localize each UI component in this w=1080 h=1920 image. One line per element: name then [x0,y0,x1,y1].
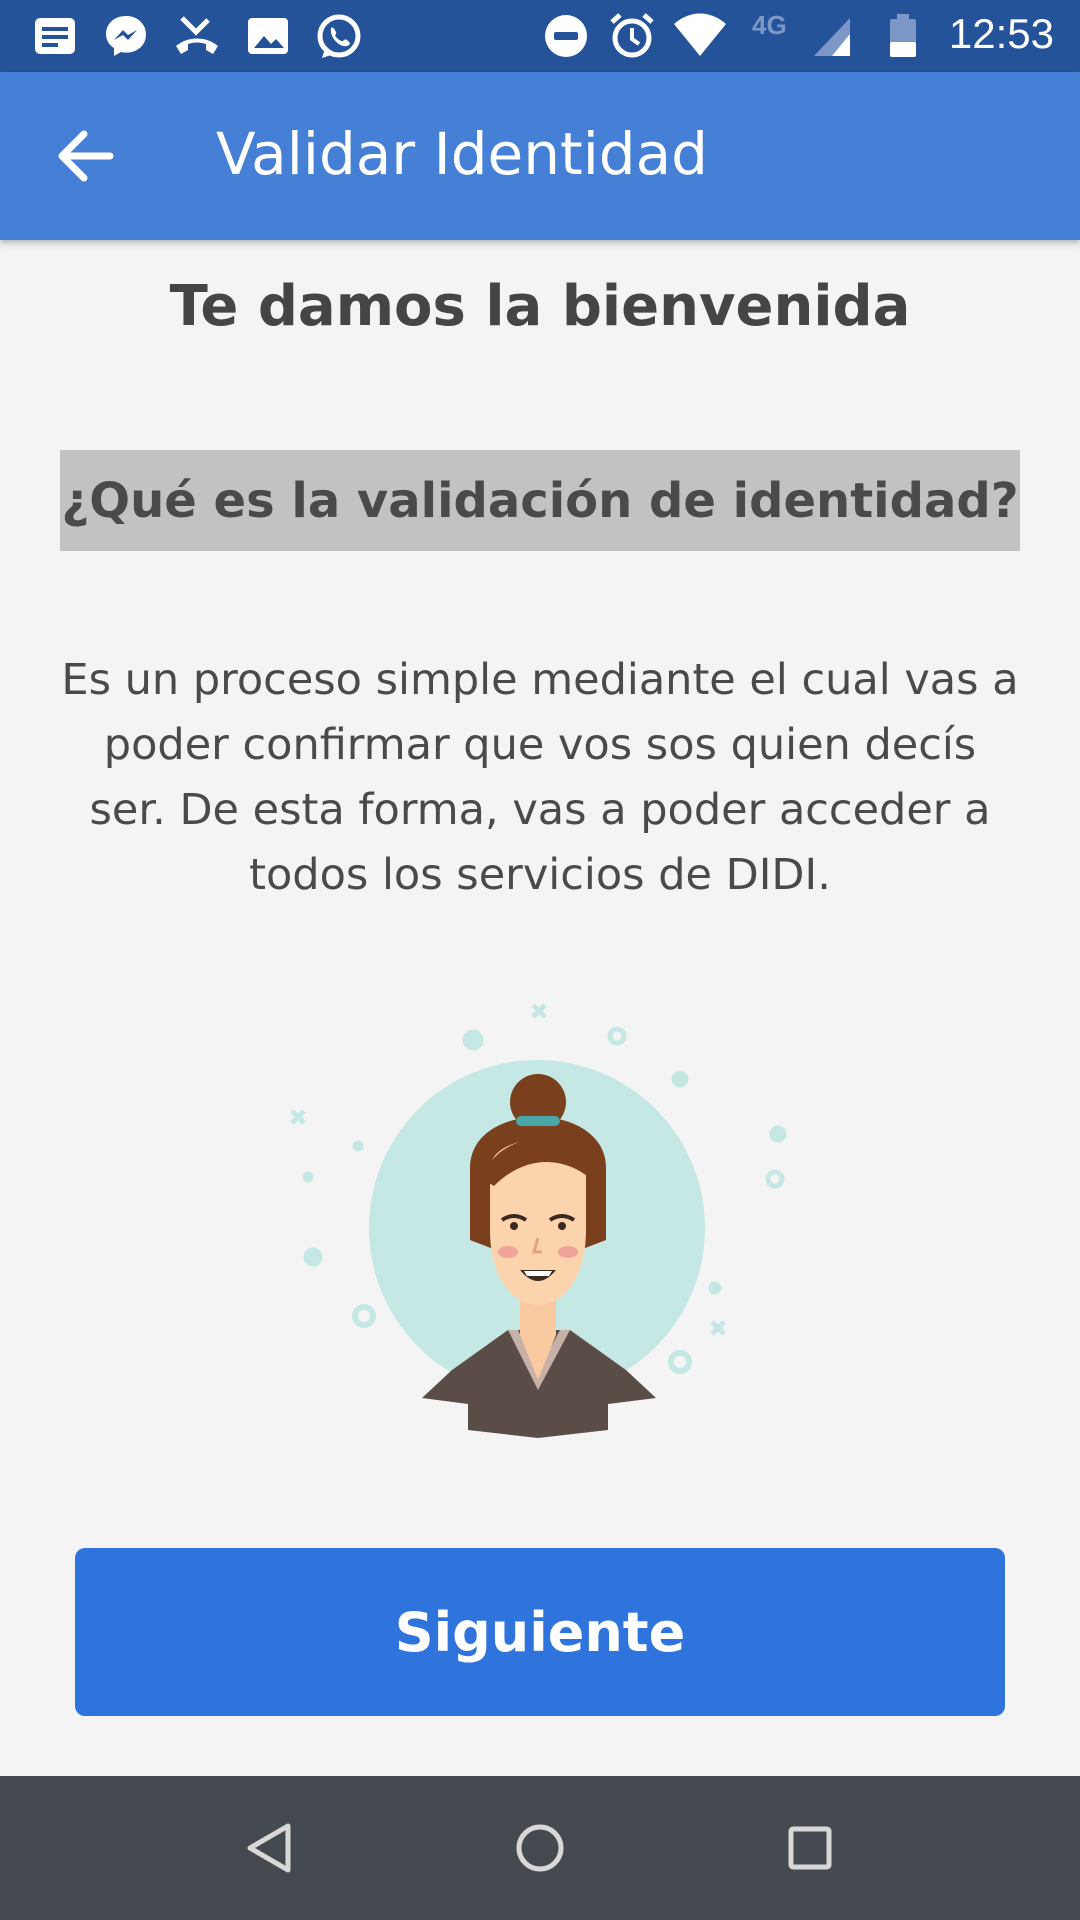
nav-home-button[interactable] [504,1812,576,1884]
signal-icon [812,12,852,60]
question-banner: ¿Qué es la validación de identidad? [60,450,1020,551]
description-text: Es un proceso simple mediante el cual va… [61,655,1019,900]
page-title: Validar Identidad [216,120,708,188]
recents-square-icon [774,1826,846,1888]
whatsapp-icon [314,12,364,60]
next-button[interactable]: Siguiente [75,1548,1005,1716]
welcome-heading: Te damos la bienvenida [169,274,911,339]
question-text: ¿Qué es la validación de identidad? [61,472,1019,529]
avatar-illustration [280,990,800,1450]
network-type-label: 4G [752,10,787,40]
clock: 12:53 [948,10,1054,57]
back-button[interactable] [50,122,118,190]
nav-recents-button[interactable] [774,1812,846,1884]
notes-icon [32,12,78,60]
image-icon [246,12,290,60]
status-bar: 4G 12:53 [0,0,1080,72]
navigation-bar [0,1776,1080,1920]
messenger-icon [102,12,150,60]
battery-icon [888,12,918,60]
arrow-left-icon [50,130,118,194]
back-triangle-icon [234,1823,306,1888]
home-circle-icon [504,1824,576,1888]
app-bar: Validar Identidad [0,72,1080,240]
alarm-icon [608,12,656,60]
dnd-icon [542,12,590,60]
missed-call-icon [172,12,222,60]
wifi-icon [672,12,728,60]
nav-back-button[interactable] [234,1812,306,1884]
